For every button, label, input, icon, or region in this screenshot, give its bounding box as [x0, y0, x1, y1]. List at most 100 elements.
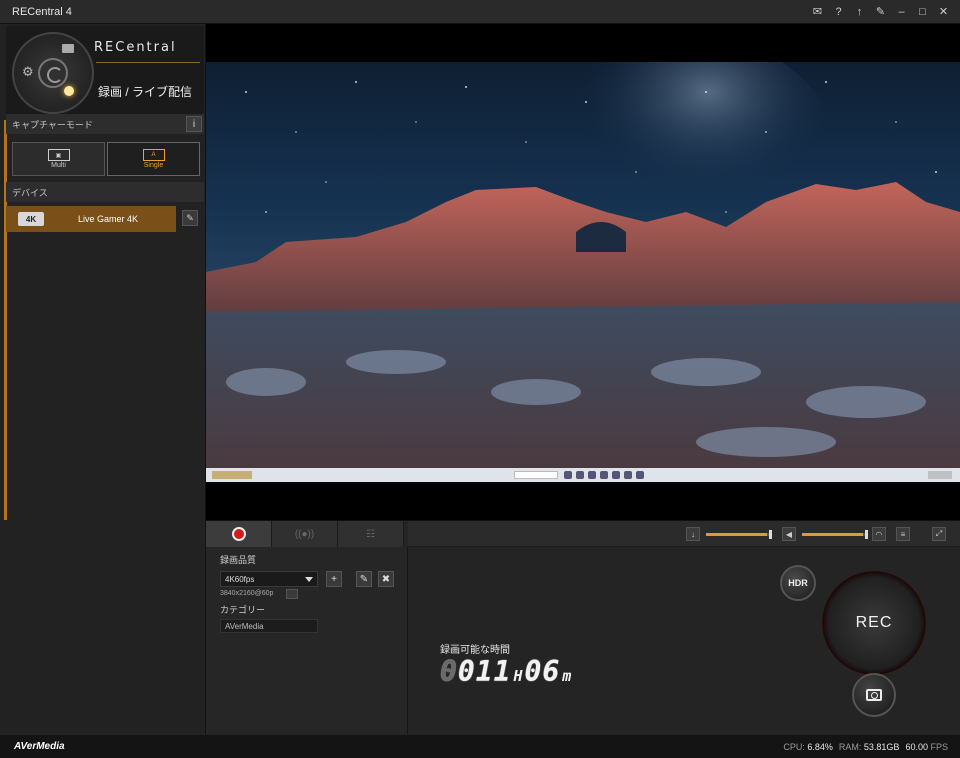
- camera-icon: [866, 689, 882, 701]
- taskbar-icons: [564, 471, 644, 479]
- app-logo: RECentral: [94, 40, 177, 55]
- cpu-stat: CPU: 6.84%: [783, 742, 833, 752]
- quality-select[interactable]: 4K60fps: [220, 571, 318, 587]
- resolution-more-button[interactable]: [286, 589, 298, 599]
- device-edit-button[interactable]: ✎: [182, 210, 198, 226]
- logo-underline: [96, 62, 200, 63]
- folder-icon[interactable]: [62, 44, 74, 53]
- close-icon[interactable]: ✕: [933, 2, 954, 22]
- record-pane: ↓ ◀ ◠ ≡ ⤢ 録画可能な時間 0 011 H 06 m HDR REC: [408, 521, 960, 735]
- brand-area: ⚙ RECentral 録画 / ライブ配信: [6, 26, 204, 122]
- capture-mode-options: ▣ Multi A Single: [12, 142, 200, 176]
- share-icon[interactable]: ↑: [849, 2, 870, 22]
- speaker-volume-fill: [802, 533, 864, 536]
- mic-volume-slider[interactable]: [706, 530, 772, 539]
- window-controls: ✉ ? ↑ ✎ – □ ✕: [807, 2, 954, 22]
- gear-icon[interactable]: ⚙: [22, 64, 34, 80]
- edit-profile-button[interactable]: ✎: [356, 571, 372, 587]
- cpu-value: 6.84%: [807, 741, 833, 752]
- window-title: RECentral 4: [12, 5, 72, 18]
- accent-edge: [4, 120, 7, 520]
- taskbar-clock: [928, 471, 952, 479]
- info-button[interactable]: i: [186, 116, 202, 132]
- audio-mixer-icon[interactable]: ≡: [896, 527, 910, 541]
- fullscreen-icon[interactable]: ⤢: [932, 527, 946, 541]
- pin-icon[interactable]: ✉: [807, 2, 828, 22]
- mic-volume-thumb[interactable]: [769, 530, 772, 539]
- quality-select-value: 4K60fps: [225, 574, 255, 584]
- capture-mode-single-label: Single: [143, 162, 164, 169]
- tab-record[interactable]: [206, 521, 272, 547]
- device-header-label: デバイス: [12, 187, 48, 198]
- capture-mode-single[interactable]: A Single: [107, 142, 200, 176]
- speaker-volume-thumb[interactable]: [865, 530, 868, 539]
- minutes-unit: m: [562, 667, 572, 685]
- avermedia-logo: AVerMedia: [14, 741, 65, 752]
- control-area: ((●)) ☷ 録画品質 4K60fps + ✎ ✖ 3840x2160@60p…: [206, 520, 960, 735]
- help-icon[interactable]: ?: [828, 2, 849, 22]
- preview-image: [206, 62, 960, 468]
- landscape-illustration: [206, 62, 960, 468]
- ram-value: 53.81GB: [863, 741, 900, 752]
- speaker-icon[interactable]: ◀: [782, 527, 796, 541]
- microphone-icon[interactable]: ↓: [686, 527, 700, 541]
- device-header: デバイス: [6, 182, 204, 202]
- mode-title: 録画 / ライブ配信: [98, 85, 193, 99]
- fps-value: 60.00: [905, 741, 928, 752]
- left-panel: ⚙ RECentral 録画 / ライブ配信 キャプチャーモード i ▣ Mul…: [0, 24, 206, 734]
- mode-tabs: ((●)) ☷: [206, 521, 406, 547]
- available-hours-dim: 0: [440, 655, 458, 688]
- delete-profile-button[interactable]: ✖: [378, 571, 394, 587]
- tab-stream[interactable]: ((●)): [272, 521, 338, 547]
- mode-dial[interactable]: ⚙: [12, 32, 94, 114]
- captured-taskbar: [206, 468, 960, 482]
- mic-volume-fill: [706, 533, 767, 536]
- maximize-icon[interactable]: □: [912, 2, 933, 22]
- system-stats: CPU: 6.84% RAM: 53.81GB 60.00 FPS: [783, 742, 948, 752]
- hdr-button[interactable]: HDR: [780, 565, 816, 601]
- capture-mode-header: キャプチャーモード i: [6, 114, 204, 134]
- rec-button[interactable]: REC: [822, 571, 926, 675]
- hours-unit: H: [513, 667, 523, 685]
- resolution-text: 3840x2160@60p: [220, 590, 274, 597]
- minimize-icon[interactable]: –: [891, 2, 912, 22]
- record-settings-panel: 録画品質 4K60fps + ✎ ✖ 3840x2160@60p カテゴリー A…: [206, 547, 408, 735]
- ram-label: RAM:: [838, 741, 862, 752]
- broadcast-icon: ((●)): [294, 528, 315, 540]
- mode-indicator-light: [64, 86, 74, 96]
- category-value: AVerMedia: [225, 621, 264, 631]
- fps-stat: 60.00 FPS: [905, 742, 948, 752]
- capture-mode-label: キャプチャーモード: [12, 119, 93, 130]
- headphones-icon[interactable]: ◠: [872, 527, 886, 541]
- title-bar: RECentral 4 ✉ ? ↑ ✎ – □ ✕: [0, 0, 960, 24]
- multi-layout-icon: ▣: [47, 149, 70, 161]
- record-dot-icon: [231, 527, 246, 541]
- network-broadcast-icon: ☷: [366, 528, 375, 540]
- speaker-volume-slider[interactable]: [802, 530, 868, 539]
- tab-multistream[interactable]: ☷: [338, 521, 404, 547]
- category-label: カテゴリー: [220, 605, 266, 615]
- audio-controls: ↓ ◀ ◠ ≡ ⤢: [408, 521, 960, 547]
- category-field[interactable]: AVerMedia: [220, 619, 318, 633]
- available-time-display: 0 011 H 06 m: [440, 655, 573, 688]
- capture-mode-multi-label: Multi: [51, 162, 66, 169]
- taskbar-search: [514, 471, 558, 479]
- single-layout-icon: A: [142, 149, 165, 161]
- settings-icon[interactable]: ✎: [870, 2, 891, 22]
- snapshot-button[interactable]: [852, 673, 896, 717]
- available-time-label: 録画可能な時間: [440, 645, 510, 656]
- status-bar: AVerMedia CPU: 6.84% RAM: 53.81GB 60.00 …: [0, 734, 960, 758]
- available-hours: 011: [457, 655, 512, 688]
- capture-mode-multi[interactable]: ▣ Multi: [12, 142, 105, 176]
- fps-label: FPS: [930, 741, 948, 752]
- ram-stat: RAM: 53.81GB: [839, 742, 900, 752]
- chevron-down-icon: [305, 576, 313, 582]
- add-profile-button[interactable]: +: [326, 571, 342, 587]
- cpu-label: CPU:: [783, 741, 805, 752]
- mode-dial-center-icon[interactable]: [38, 58, 68, 88]
- taskbar-weather: [212, 471, 252, 479]
- device-item[interactable]: 4K Live Gamer 4K: [6, 206, 176, 232]
- preview-area[interactable]: [206, 24, 960, 520]
- device-4k-icon: 4K: [18, 212, 44, 226]
- available-minutes: 06: [524, 655, 561, 688]
